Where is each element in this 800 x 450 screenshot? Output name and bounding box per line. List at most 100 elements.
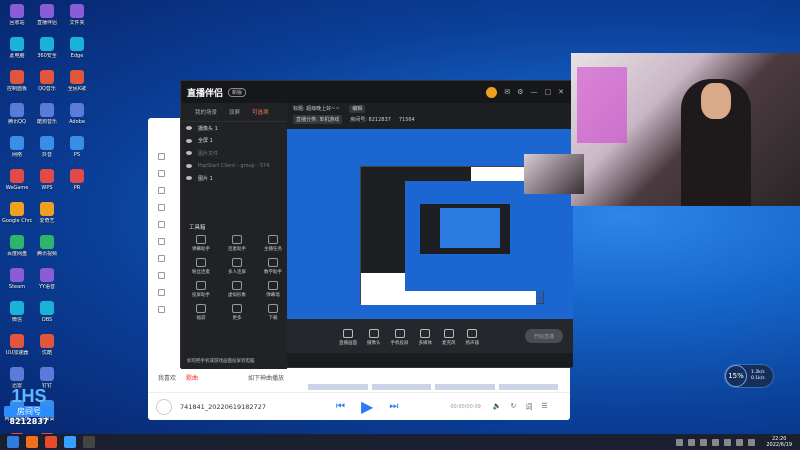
desktop-icon[interactable]: 网络 [2, 136, 32, 169]
desktop-icon[interactable]: WPS [32, 169, 62, 202]
desktop-icon[interactable]: PS [62, 136, 92, 169]
player-sidebar-item[interactable] [148, 233, 180, 250]
start-icon[interactable] [7, 436, 19, 448]
scene-item[interactable]: 图片 1 [181, 172, 287, 185]
scene-item[interactable]: 全屏 1 [181, 135, 287, 148]
settings-icon[interactable]: ⚙ [517, 88, 523, 96]
eye-icon[interactable] [186, 163, 192, 168]
desktop-icon[interactable]: Edge [62, 37, 92, 70]
message-icon[interactable]: ✉ [504, 88, 510, 96]
tool-button[interactable]: 主播任务 [255, 234, 291, 252]
eye-icon[interactable] [186, 138, 192, 143]
tray-icon[interactable] [688, 438, 696, 446]
desktop-icon[interactable]: Adobe [62, 103, 92, 136]
player-sidebar-item[interactable] [148, 284, 180, 301]
taskbar-app-icon[interactable] [45, 436, 57, 448]
desktop-icon[interactable]: 腾讯视频 [32, 235, 62, 268]
desktop-icon[interactable]: 回收站 [2, 4, 32, 37]
scene-tab[interactable]: 可选项 [252, 108, 269, 116]
tool-button[interactable]: 下载 [255, 303, 291, 321]
desktop-icon[interactable]: 直播伴侣 [32, 4, 62, 37]
player-sidebar-item[interactable] [148, 148, 180, 165]
category-select[interactable]: 直播分类: 单机游戏 [293, 115, 343, 124]
tool-button[interactable]: 虚拟形象 [219, 280, 255, 298]
desktop-icon[interactable]: PR [62, 169, 92, 202]
scene-item[interactable]: 图片文件 [181, 147, 287, 160]
player-sidebar-item[interactable] [148, 250, 180, 267]
tool-button[interactable]: 福袋 [183, 303, 219, 321]
scene-item[interactable]: PopStart Client - group - 574 [181, 160, 287, 173]
play-icon[interactable]: ▶ [361, 397, 373, 416]
source-button[interactable]: 手机投屏 [391, 328, 409, 346]
player-sidebar-item[interactable] [148, 182, 180, 199]
desktop-icon[interactable]: 文件夹 [62, 4, 92, 37]
scene-item[interactable]: 摄像头 1 [181, 122, 287, 135]
taskbar-app-icon[interactable] [83, 436, 95, 448]
tray-icon[interactable] [712, 438, 720, 446]
tool-button[interactable]: 投屏助手 [183, 280, 219, 298]
source-button[interactable]: 多媒体 [419, 328, 432, 346]
player-sidebar-item[interactable] [148, 267, 180, 284]
desktop-icon[interactable]: 酷狗音乐 [32, 103, 62, 136]
desktop-icon[interactable]: 优酷 [32, 334, 62, 367]
desktop-icon[interactable]: Steam [2, 268, 32, 301]
tool-button[interactable]: 弹幕墙 [255, 280, 291, 298]
desktop-icon[interactable]: 微信 [2, 301, 32, 334]
tray-icon[interactable] [700, 438, 708, 446]
tool-button[interactable]: 粉丝连麦 [183, 257, 219, 275]
tray-icon[interactable] [676, 438, 684, 446]
taskbar-app-icon[interactable] [64, 436, 76, 448]
player-sidebar-item[interactable] [148, 165, 180, 182]
eye-icon[interactable] [186, 176, 192, 181]
tool-button[interactable]: 更多 [219, 303, 255, 321]
network-icon[interactable] [736, 438, 744, 446]
taskbar-app-icon[interactable] [26, 436, 38, 448]
tool-button[interactable]: 弹幕助手 [183, 234, 219, 252]
desktop-icon[interactable]: 腾讯QQ [2, 103, 32, 136]
webcam-overlay[interactable] [571, 53, 800, 206]
volume-icon[interactable] [748, 438, 756, 446]
next-icon[interactable]: ⏭ [389, 401, 398, 412]
tool-button[interactable]: 多人连屏 [219, 257, 255, 275]
minimize-icon[interactable]: — [531, 88, 538, 96]
desktop-icon[interactable]: 百度网盘 [2, 235, 32, 268]
avatar[interactable] [486, 86, 498, 98]
desktop-icon[interactable]: QQ音乐 [32, 70, 62, 103]
desktop-icon[interactable]: 爱奇艺 [32, 202, 62, 235]
source-button[interactable]: 扬声器 [466, 328, 479, 346]
desktop-icon[interactable]: 控制面板 [2, 70, 32, 103]
desktop-icon[interactable]: Google Chrome [2, 202, 32, 235]
source-button[interactable]: 直播画面 [339, 328, 357, 346]
playlist-icon[interactable]: ☰ [541, 402, 547, 412]
eye-icon[interactable] [186, 151, 192, 156]
clock[interactable]: 22:20 2022/6/19 [766, 436, 792, 448]
close-icon[interactable]: ✕ [558, 88, 564, 96]
album-disc-icon[interactable] [156, 398, 172, 415]
desktop-icon[interactable]: 此电脑 [2, 37, 32, 70]
desktop-icon[interactable]: OBS [32, 301, 62, 334]
song-row[interactable]: 我喜欢 歌曲 如下神曲播放 [158, 370, 558, 384]
player-sidebar-item[interactable] [148, 216, 180, 233]
desktop-icon[interactable]: YY语音 [32, 268, 62, 301]
screencast-hint[interactable]: 如何把手机或游戏画面投屏到电脑 [187, 358, 255, 364]
previous-icon[interactable]: ⏮ [336, 401, 345, 412]
desktop-icon[interactable]: 抖音 [32, 136, 62, 169]
desktop-icon[interactable]: 360安全 [32, 37, 62, 70]
tool-button[interactable]: 连麦助手 [219, 234, 255, 252]
player-sidebar-item[interactable] [148, 301, 180, 318]
desktop-icon[interactable]: 全民K歌 [62, 70, 92, 103]
loop-icon[interactable]: ↻ [511, 402, 517, 412]
desktop-icon[interactable]: WeGame [2, 169, 32, 202]
tool-button[interactable]: 数字助手 [255, 257, 291, 275]
network-widget[interactable]: 15% 1.3k/s 0.1k/s [724, 364, 774, 388]
lyrics-icon[interactable]: 词 [525, 402, 532, 412]
eye-icon[interactable] [186, 126, 192, 131]
source-button[interactable]: 麦克风 [442, 328, 456, 346]
volume-icon[interactable]: 🔈 [493, 402, 502, 412]
go-live-button[interactable]: 开始直播 [525, 329, 563, 343]
source-button[interactable]: 摄像头 [367, 328, 381, 346]
tray-icon[interactable] [724, 438, 732, 446]
desktop-icon[interactable]: UU加速器 [2, 334, 32, 367]
maximize-icon[interactable]: □ [545, 88, 552, 96]
scene-tab[interactable]: 我的场景 [195, 108, 217, 116]
